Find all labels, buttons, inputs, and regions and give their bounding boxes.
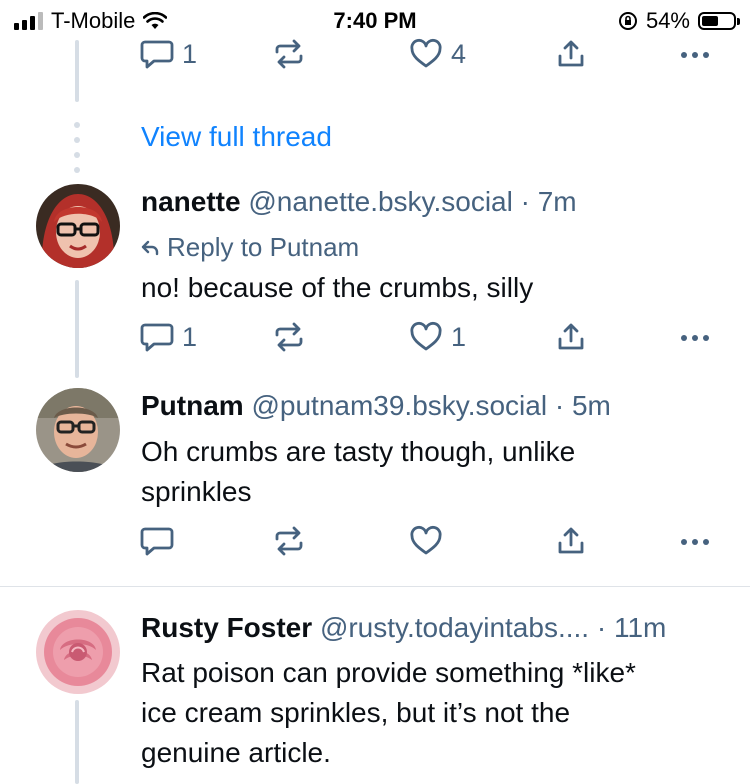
- post-header: nanette @nanette.bsky.social · 7m: [141, 186, 577, 218]
- author-handle[interactable]: @nanette.bsky.social: [248, 186, 512, 217]
- author-name[interactable]: Rusty Foster: [141, 612, 312, 643]
- like-button[interactable]: [409, 525, 443, 557]
- post-text-line: Oh crumbs are tasty though, unlike: [141, 436, 576, 467]
- thread-line-top: [75, 40, 79, 102]
- divider: [0, 586, 750, 587]
- more-icon: [681, 539, 709, 545]
- share-icon: [558, 527, 584, 554]
- post-time: · 11m: [596, 612, 667, 643]
- post-time: · 5m: [554, 390, 611, 421]
- thread-dots: [74, 122, 80, 173]
- repost-icon: [275, 39, 303, 69]
- avatar[interactable]: [36, 388, 120, 472]
- share-button[interactable]: [555, 525, 587, 557]
- reply-button[interactable]: 1: [140, 38, 197, 70]
- reply-button[interactable]: [140, 525, 174, 557]
- author-handle[interactable]: @putnam39.bsky.social: [251, 390, 547, 421]
- author-name[interactable]: Putnam: [141, 390, 244, 421]
- post-header: Rusty Foster @rusty.todayintabs.... · 11…: [141, 612, 666, 644]
- more-button[interactable]: [678, 38, 712, 70]
- avatar[interactable]: [36, 610, 120, 694]
- avatar[interactable]: [36, 184, 120, 268]
- battery-icon: [698, 12, 740, 30]
- repost-button[interactable]: [273, 38, 305, 70]
- like-count: 1: [451, 321, 467, 352]
- like-icon: [410, 525, 442, 555]
- post-text: Oh crumbs are tasty though, unlike sprin…: [141, 432, 721, 512]
- status-bar: T-Mobile 7:40 PM 54%: [0, 0, 750, 40]
- more-icon: [681, 335, 709, 341]
- post-text: Rat poison can provide something *like* …: [141, 653, 721, 773]
- share-button[interactable]: [555, 38, 587, 70]
- like-icon: [410, 38, 442, 68]
- post-text-line: genuine article.: [141, 737, 331, 768]
- more-icon: [681, 52, 709, 58]
- reply-button[interactable]: 1: [140, 321, 197, 353]
- post-text-line: ice cream sprinkles, but it’s not the: [141, 697, 571, 728]
- action-row-putnam: [140, 525, 720, 561]
- action-row-nanette: 1 1: [140, 321, 720, 357]
- author-name[interactable]: nanette: [141, 186, 241, 217]
- share-icon: [558, 323, 584, 350]
- like-button[interactable]: 1: [409, 321, 466, 353]
- share-button[interactable]: [555, 321, 587, 353]
- post-time: · 7m: [520, 186, 577, 217]
- reply-to-text[interactable]: Reply to Putnam: [167, 232, 359, 263]
- thread-line-nanette: [75, 280, 79, 378]
- author-handle[interactable]: @rusty.todayintabs....: [320, 612, 589, 643]
- repost-icon: [275, 526, 303, 556]
- reply-icon: [140, 40, 174, 69]
- status-right: 54%: [618, 8, 740, 34]
- reply-count: 1: [182, 38, 198, 69]
- action-row-top: 1 4: [140, 38, 720, 74]
- repost-button[interactable]: [273, 321, 305, 353]
- reply-count: 1: [182, 321, 198, 352]
- like-icon: [410, 321, 442, 351]
- reply-icon: [140, 323, 174, 352]
- reply-arrow-icon: [141, 240, 159, 255]
- more-button[interactable]: [678, 525, 712, 557]
- orientation-lock-icon: [618, 12, 637, 30]
- like-count: 4: [451, 38, 467, 69]
- like-button[interactable]: 4: [409, 38, 466, 70]
- post-text-line: Rat poison can provide something *like*: [141, 657, 636, 688]
- view-full-thread-link[interactable]: View full thread: [141, 121, 332, 153]
- repost-icon: [275, 322, 303, 352]
- more-button[interactable]: [678, 321, 712, 353]
- reply-icon: [140, 527, 174, 556]
- repost-button[interactable]: [273, 525, 305, 557]
- share-icon: [558, 40, 584, 67]
- battery-percent: 54%: [645, 8, 690, 33]
- post-text-line: sprinkles: [141, 476, 252, 507]
- post-header: Putnam @putnam39.bsky.social · 5m: [141, 390, 611, 422]
- thread-line-rusty: [75, 700, 79, 784]
- post-text: no! because of the crumbs, silly: [141, 272, 534, 303]
- battery-fill: [702, 16, 718, 26]
- reply-to-label: Reply to Putnam: [141, 232, 359, 263]
